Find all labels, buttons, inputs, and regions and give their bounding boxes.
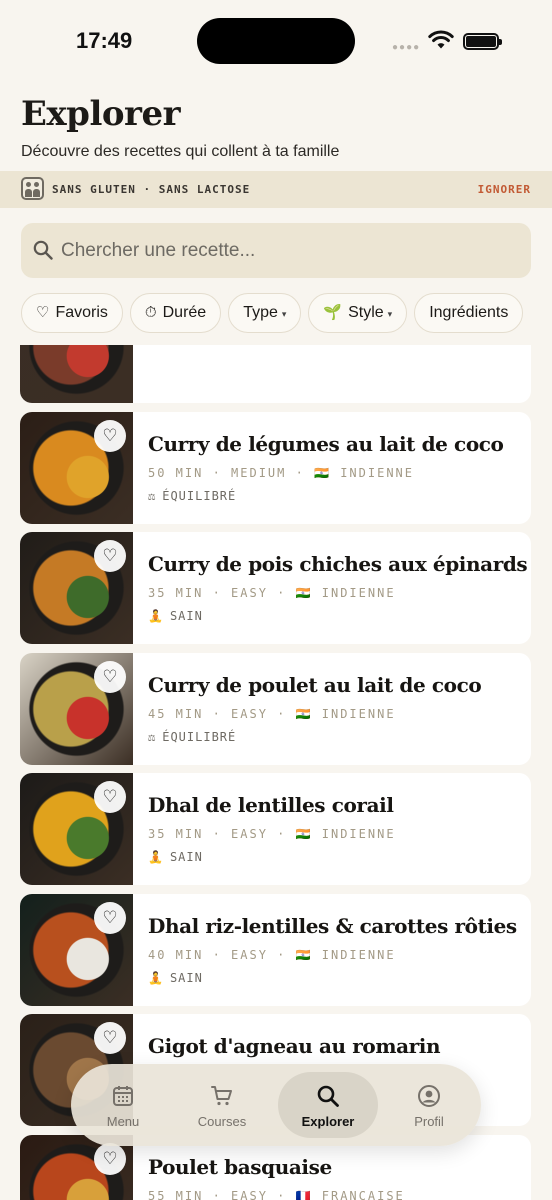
favorite-heart-icon[interactable]: ♡ (94, 901, 126, 934)
nav-courses[interactable]: Courses (172, 1072, 272, 1138)
status-bar: 17:49 ●●●● (0, 0, 552, 84)
chip-label: Type (243, 304, 278, 321)
chip-type[interactable]: Type ▾ (228, 293, 302, 333)
search-icon (33, 240, 53, 260)
recipe-name: Dhal de lentilles corail (148, 793, 394, 817)
recipe-tag-label: SAIN (169, 609, 203, 623)
recipe-name: Curry de poulet au lait de coco (148, 672, 482, 697)
nav-profil[interactable]: Profil (379, 1072, 479, 1138)
recipe-tag-label: ÉQUILIBRÉ (162, 729, 237, 744)
chip-icon: ⏱ (144, 304, 157, 321)
diet-filter-bar: SANS GLUTEN · SANS LACTOSE IGNORER (0, 171, 552, 208)
chip-label: Ingrédients (429, 304, 509, 321)
recipe-card[interactable]: ♡ Dhal de lentilles corail 35 MIN · EASY ·… (20, 773, 531, 885)
nav-label: Explorer (301, 1114, 355, 1129)
recipe-meta: 55 MIN · EASY · 🇫🇷 FRANÇAISE (148, 1188, 405, 1200)
tag-icon: ⚖ (148, 488, 157, 503)
nav-label: Menu (106, 1114, 140, 1129)
recipe-tag: 🧘 SAIN (148, 971, 203, 985)
ignore-filter-button[interactable]: IGNORER (478, 183, 531, 196)
calendar-icon (111, 1084, 135, 1108)
search-input[interactable] (61, 223, 511, 278)
favorite-heart-icon[interactable]: ♡ (94, 781, 126, 813)
nav-explorer[interactable]: Explorer (278, 1072, 378, 1138)
profile-icon (417, 1084, 441, 1108)
recipe-tag: ⚖ ÉQUILIBRÉ (148, 489, 236, 503)
nav-label: Profil (414, 1114, 444, 1129)
recipe-meta: 40 MIN · EASY · 🇮🇳 INDIENNE (148, 947, 396, 962)
recipe-tag: 🧘 SAIN (148, 609, 203, 623)
page-title: Explorer (21, 94, 181, 134)
tag-icon: 🧘 (148, 850, 164, 864)
recipe-card[interactable]: ♡ Curry de poulet au lait de coco 45 MIN ·… (20, 652, 531, 765)
signal-icon: ●●●● (392, 42, 421, 53)
recipe-card[interactable]: ♡ Curry de légumes au lait de coco 50 MIN … (20, 411, 531, 524)
search-bar[interactable] (21, 223, 531, 278)
recipe-tag: ⚖ ÉQUILIBRÉ (148, 730, 236, 744)
chip-favoris[interactable]: ♡ Favoris (21, 293, 123, 333)
recipe-tag-label: ÉQUILIBRÉ (162, 488, 237, 503)
dynamic-island (197, 18, 355, 64)
tag-icon: ⚖ (148, 729, 157, 744)
recipe-meta: 50 MIN · MEDIUM · 🇮🇳 INDIENNE (148, 465, 415, 480)
favorite-heart-icon[interactable]: ♡ (94, 660, 126, 693)
recipe-tag-label: SAIN (169, 850, 203, 864)
recipe-tag-label: SAIN (169, 970, 203, 985)
chip-label: Durée (162, 304, 207, 321)
recipe-name: Poulet basquaise (148, 1154, 332, 1179)
recipe-card[interactable]: ♡55 MIN · EASY · 🌮 TEX-MEX🧘SAIN (20, 345, 531, 403)
chip-ingredients[interactable]: Ingrédients (414, 293, 524, 333)
status-time: 17:49 (76, 28, 133, 53)
recipe-meta: 35 MIN · EASY · 🇮🇳 INDIENNE (148, 586, 396, 600)
chip-label: Style (348, 304, 384, 321)
favorite-heart-icon[interactable]: ♡ (94, 419, 126, 452)
recipe-name: Curry de légumes au lait de coco (148, 431, 504, 456)
favorite-heart-icon[interactable]: ♡ (94, 1022, 126, 1054)
favorite-heart-icon[interactable]: ♡ (94, 1142, 126, 1175)
cart-icon (210, 1084, 234, 1108)
battery-icon (463, 33, 502, 50)
page-subtitle: Découvre des recettes qui collent à ta f… (21, 143, 340, 160)
recipe-card[interactable]: ♡ Curry de pois chiches aux épinards 35 MI… (20, 532, 531, 644)
chip-label: Favoris (55, 304, 108, 321)
recipe-meta: 45 MIN · EASY · 🇮🇳 INDIENNE (148, 706, 396, 721)
wifi-icon (428, 30, 454, 49)
recipe-photo[interactable] (20, 345, 133, 403)
tag-icon: 🧘 (148, 609, 164, 623)
nav-menu[interactable]: Menu (73, 1072, 173, 1138)
favorite-heart-icon[interactable]: ♡ (94, 540, 126, 572)
nav-label: Courses (197, 1114, 247, 1129)
chip-style[interactable]: 🌱 Style ▾ (308, 293, 408, 333)
tag-icon: 🧘 (148, 970, 164, 985)
recipe-meta: 35 MIN · EASY · 🇮🇳 INDIENNE (148, 827, 396, 841)
chip-icon: ♡ (36, 304, 50, 321)
chevron-down-icon: ▾ (387, 309, 393, 319)
search-icon (316, 1084, 340, 1108)
filter-chips: ♡ Favoris ⏱ Durée Type ▾ 🌱 Style ▾ Ingrédients (21, 293, 552, 333)
chip-icon: 🌱 (323, 304, 343, 321)
recipe-tag: 🧘 SAIN (148, 850, 203, 864)
bottom-nav: Menu Courses Explorer Profil (71, 1064, 481, 1146)
family-icon (21, 177, 44, 200)
chip-duree[interactable]: ⏱ Durée (129, 293, 222, 333)
recipe-card[interactable]: ♡ Dhal riz-lentilles & carottes rôties 40 … (20, 893, 531, 1006)
diet-filter-label: SANS GLUTEN · SANS LACTOSE (52, 183, 251, 196)
recipe-name: Curry de pois chiches aux épinards (148, 552, 528, 576)
recipe-name: Dhal riz-lentilles & carottes rôties (148, 913, 517, 938)
recipe-name: Gigot d'agneau au romarin (148, 1034, 441, 1058)
chevron-down-icon: ▾ (281, 309, 287, 319)
